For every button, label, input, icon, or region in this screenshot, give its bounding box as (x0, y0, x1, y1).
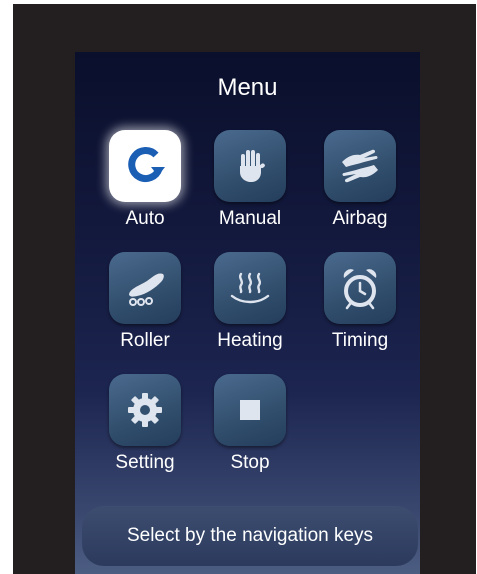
menu-item-label: Manual (218, 208, 282, 229)
foot-roller-icon (129, 273, 164, 306)
stop-square-icon (240, 400, 260, 420)
menu-item-auto[interactable]: Auto (105, 130, 185, 230)
menu-item-airbag[interactable]: Airbag (320, 130, 400, 230)
menu-item-label: Setting (115, 452, 175, 473)
menu-item-stop[interactable]: Stop (210, 374, 290, 474)
navigation-hint: Select by the navigation keys (82, 506, 418, 566)
menu-item-setting[interactable]: Setting (105, 374, 185, 474)
menu-item-timing-tile[interactable] (324, 252, 396, 324)
menu-item-heating[interactable]: Heating (210, 252, 290, 352)
menu-item-manual-tile[interactable] (214, 130, 286, 202)
menu-item-roller[interactable]: Roller (105, 252, 185, 352)
menu-item-label: Timing (331, 330, 389, 351)
gear-icon (128, 393, 162, 427)
menu-item-label: Auto (125, 208, 165, 229)
menu-item-timing[interactable]: Timing (320, 252, 400, 352)
menu-item-manual[interactable]: Manual (210, 130, 290, 230)
menu-item-setting-tile[interactable] (109, 374, 181, 446)
auto-refresh-icon (128, 147, 165, 182)
heat-waves-icon (230, 272, 270, 304)
menu-item-label: Roller (120, 330, 170, 351)
menu-item-label: Airbag (332, 208, 388, 229)
menu-item-roller-tile[interactable] (109, 252, 181, 324)
menu-item-label: Heating (217, 330, 283, 351)
page-title: Menu (217, 74, 278, 101)
menu-item-airbag-tile[interactable] (324, 130, 396, 202)
alarm-clock-icon (343, 269, 377, 310)
hand-icon (240, 150, 265, 182)
menu-item-auto-tile[interactable] (109, 130, 181, 202)
menu-item-label: Stop (230, 452, 270, 473)
menu-screen: Menu Auto Manual Airbag Roller Heating T… (75, 52, 420, 574)
menu-item-stop-tile[interactable] (214, 374, 286, 446)
menu-item-heating-tile[interactable] (214, 252, 286, 324)
airbag-hands-icon (342, 149, 378, 183)
